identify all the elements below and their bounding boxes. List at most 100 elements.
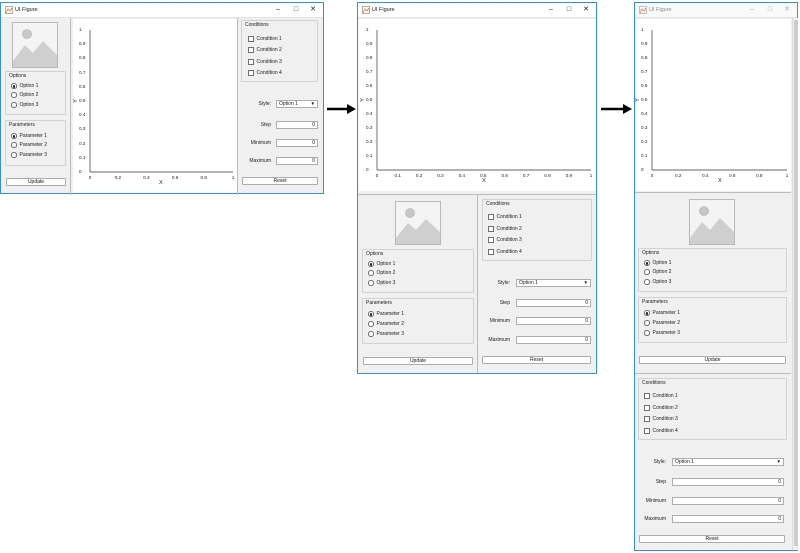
column-divider xyxy=(237,18,238,195)
x-tick-label: 1 xyxy=(589,173,593,178)
parameter-3-radio[interactable]: Parameter 3 xyxy=(368,331,404,337)
plot-axes[interactable]: 0 0.1 0.2 0.3 0.4 0.5 0.6 0.7 0.8 0.9 1 0 0.2 0.4 0.6… xyxy=(635,19,791,191)
reset-button[interactable]: Reset xyxy=(482,356,591,364)
scrollbar-thumb[interactable] xyxy=(794,20,798,546)
parameter-3-radio[interactable]: Parameter 3 xyxy=(644,330,680,336)
checkbox-icon xyxy=(644,393,650,399)
ui-figure-window-medium: UI Figure – □ ✕ 0 0.1 0.2 0.3 0.4 0.5 0.6 0.7 0.… xyxy=(357,2,597,374)
title-bar[interactable]: UI Figure – □ ✕ xyxy=(358,3,596,18)
axes-frame xyxy=(376,30,591,171)
parameter-1-radio[interactable]: Parameter 1 xyxy=(644,310,680,316)
parameter-1-radio[interactable]: Parameter 1 xyxy=(368,311,404,317)
ui-figure-window-wide: UI Figure – □ ✕ Options Option 1 Option … xyxy=(0,2,324,195)
y-tick-label: 1 xyxy=(79,27,82,32)
option-1-radio[interactable]: Option 1 xyxy=(368,261,395,267)
title-bar[interactable]: UI Figure – □ ✕ xyxy=(635,3,797,18)
option-1-radio[interactable]: Option 1 xyxy=(644,260,671,266)
radio-selected-icon xyxy=(368,261,374,267)
option-2-radio[interactable]: Option 2 xyxy=(644,269,671,275)
style-dropdown[interactable]: Option 1 ▼ xyxy=(516,279,591,287)
close-button[interactable]: ✕ xyxy=(306,5,320,15)
minimum-field[interactable]: 0 xyxy=(516,317,591,325)
update-button[interactable]: Update xyxy=(639,356,786,364)
maximize-button[interactable]: □ xyxy=(763,5,777,15)
parameters-panel: Parameters Parameter 1 Parameter 2 Param… xyxy=(362,298,474,344)
condition-3-checkbox[interactable]: Condition 3 xyxy=(644,416,678,422)
options-panel-title: Options xyxy=(642,250,660,256)
minimize-button[interactable]: – xyxy=(745,5,759,15)
checkbox-icon xyxy=(488,237,494,243)
maximum-label: Maximum xyxy=(249,158,271,164)
step-field[interactable]: 0 xyxy=(516,299,591,307)
condition-1-checkbox[interactable]: Condition 1 xyxy=(644,393,678,399)
plot-axes[interactable]: 0 0.1 0.2 0.3 0.4 0.5 0.6 0.7 0.8 0.9 1 0 0.1 0.2 0.3… xyxy=(359,19,596,191)
option-2-radio[interactable]: Option 2 xyxy=(11,92,38,98)
conditions-panel: Conditions Condition 1 Condition 2 Condi… xyxy=(482,199,592,261)
condition-2-checkbox[interactable]: Condition 2 xyxy=(248,47,282,53)
maximum-field[interactable]: 0 xyxy=(276,157,318,165)
y-tick-label: 0.1 xyxy=(641,153,648,158)
plot-axes[interactable]: 0 0.1 0.2 0.3 0.4 0.5 0.6 0.7 0.8 0.9 1 0 0.2 0.4 0.6… xyxy=(73,19,238,193)
option-1-radio[interactable]: Option 1 xyxy=(11,83,38,89)
x-tick-label: 0.2 xyxy=(114,175,122,180)
maximum-label: Maximum xyxy=(644,516,666,522)
parameter-1-radio[interactable]: Parameter 1 xyxy=(11,133,47,139)
options-panel: Options Option 1 Option 2 Option 3 xyxy=(362,249,474,293)
condition-4-checkbox[interactable]: Condition 4 xyxy=(644,428,678,434)
column-divider xyxy=(477,195,478,373)
style-dropdown[interactable]: Option 1 ▼ xyxy=(276,100,318,108)
x-axis-label: X xyxy=(718,178,722,184)
axes-frame xyxy=(651,30,787,171)
maximum-field[interactable]: 0 xyxy=(516,336,591,344)
column-divider xyxy=(70,18,71,195)
style-label: Style: xyxy=(497,280,510,286)
minimize-button[interactable]: – xyxy=(544,5,558,15)
step-field[interactable]: 0 xyxy=(276,121,318,129)
condition-3-checkbox[interactable]: Condition 3 xyxy=(248,59,282,65)
condition-1-checkbox[interactable]: Condition 1 xyxy=(248,36,282,42)
radio-selected-icon xyxy=(11,83,17,89)
close-button[interactable]: ✕ xyxy=(780,5,794,15)
y-tick-label: 0.5 xyxy=(641,97,648,102)
minimum-field[interactable]: 0 xyxy=(276,139,318,147)
option-3-radio[interactable]: Option 3 xyxy=(644,279,671,285)
step-field[interactable]: 0 xyxy=(672,478,784,486)
y-tick-label: 0.6 xyxy=(79,83,86,89)
condition-2-checkbox[interactable]: Condition 2 xyxy=(644,405,678,411)
condition-2-checkbox[interactable]: Condition 2 xyxy=(488,226,522,232)
condition-4-checkbox[interactable]: Condition 4 xyxy=(488,249,522,255)
maximum-field[interactable]: 0 xyxy=(672,515,784,523)
maximize-button[interactable]: □ xyxy=(289,5,303,15)
minimize-button[interactable]: – xyxy=(271,5,285,15)
parameter-3-radio[interactable]: Parameter 3 xyxy=(11,152,47,158)
update-button[interactable]: Update xyxy=(363,357,473,365)
maximize-button[interactable]: □ xyxy=(562,5,576,15)
y-tick-label: 0.3 xyxy=(641,125,648,130)
parameter-2-radio[interactable]: Parameter 2 xyxy=(368,321,404,327)
y-tick-label: 0.8 xyxy=(641,55,648,60)
minimum-field[interactable]: 0 xyxy=(672,497,784,505)
option-3-radio[interactable]: Option 3 xyxy=(368,280,395,286)
y-tick-label: 0.2 xyxy=(641,139,648,144)
title-bar[interactable]: UI Figure – □ ✕ xyxy=(1,3,323,18)
y-axis-label: Y xyxy=(359,98,366,102)
reset-button[interactable]: Reset xyxy=(242,177,318,185)
parameter-2-radio[interactable]: Parameter 2 xyxy=(644,320,680,326)
parameter-2-radio[interactable]: Parameter 2 xyxy=(11,142,47,148)
conditions-panel: Conditions Condition 1 Condition 2 Condi… xyxy=(241,20,318,82)
parameters-panel-title: Parameters xyxy=(642,299,668,305)
vertical-scrollbar[interactable] xyxy=(792,18,798,550)
condition-3-checkbox[interactable]: Condition 3 xyxy=(488,237,522,243)
option-3-radio[interactable]: Option 3 xyxy=(11,102,38,108)
update-button[interactable]: Update xyxy=(6,178,66,186)
right-arrow-icon xyxy=(327,104,356,114)
condition-1-checkbox[interactable]: Condition 1 xyxy=(488,214,522,220)
condition-4-checkbox[interactable]: Condition 4 xyxy=(248,70,282,76)
y-tick-label: 0.8 xyxy=(366,55,373,60)
close-button[interactable]: ✕ xyxy=(579,5,593,15)
radio-icon xyxy=(644,320,650,326)
reset-button[interactable]: Reset xyxy=(639,535,785,543)
parameters-panel-title: Parameters xyxy=(366,300,392,306)
style-dropdown[interactable]: Option 1 ▼ xyxy=(672,458,784,466)
option-2-radio[interactable]: Option 2 xyxy=(368,270,395,276)
